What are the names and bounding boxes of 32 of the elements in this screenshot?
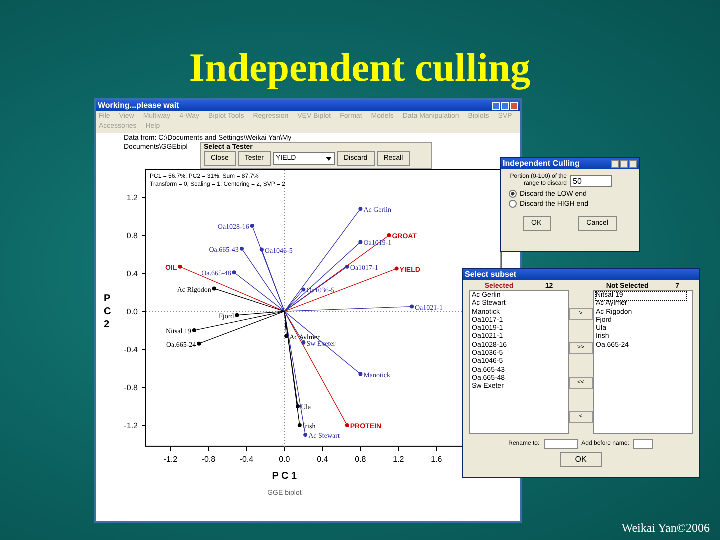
x-tick-label: 0.0: [279, 455, 290, 464]
slide-title: Independent culling: [188, 44, 532, 92]
x-tick-label: 1.2: [393, 455, 404, 464]
window-title: Working...please wait: [98, 101, 180, 110]
prefix-field[interactable]: [633, 439, 654, 449]
x-tick-label: -0.8: [202, 455, 216, 464]
x-tick-label: 0.8: [355, 455, 366, 464]
y-tick-label: -1.2: [124, 422, 138, 431]
minimize-button[interactable]: [611, 160, 619, 168]
x-tick-label: -0.4: [240, 455, 254, 464]
y-axis-label: P C 2: [104, 294, 112, 331]
y-tick-label: 0.0: [126, 308, 138, 317]
x-axis-label: P C 1: [272, 471, 298, 482]
y-tick-label: -0.4: [124, 346, 138, 355]
y-tick-label: -0.8: [124, 384, 138, 393]
y-tick-label: 0.4: [126, 270, 138, 279]
caret-icon: [326, 156, 332, 160]
rename-field[interactable]: [544, 439, 578, 449]
close-button[interactable]: [629, 160, 637, 168]
y-tick-label: 0.8: [126, 232, 138, 241]
maximize-button[interactable]: [620, 160, 628, 168]
ok-button[interactable]: OK: [560, 452, 602, 467]
x-tick-label: 1.6: [431, 455, 442, 464]
x-tick-label: 0.4: [317, 455, 328, 464]
portion-field[interactable]: 50: [570, 175, 612, 187]
dialog-title: Select subset: [465, 270, 517, 279]
radio-button[interactable]: [509, 200, 517, 208]
radio-button[interactable]: [509, 190, 517, 198]
y-tick-label: 1.2: [126, 194, 138, 203]
x-tick-label: -1.2: [164, 455, 178, 464]
slide-footer: Weikai Yan©2006: [622, 521, 710, 536]
dialog-title: Independent Culling: [503, 159, 580, 168]
